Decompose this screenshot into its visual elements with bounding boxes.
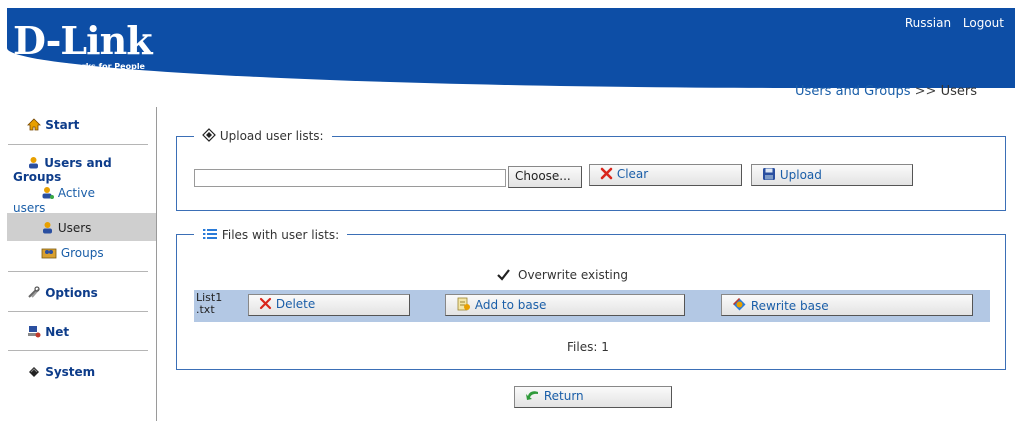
files-count: Files: 1 bbox=[567, 340, 609, 354]
home-icon bbox=[27, 118, 41, 134]
sidebar-item-label: Users bbox=[57, 221, 92, 235]
top-links: Russian Logout bbox=[897, 16, 1004, 30]
chip-icon bbox=[27, 365, 41, 381]
logo-text: D-Link bbox=[13, 18, 153, 63]
return-button[interactable]: Return bbox=[514, 386, 672, 408]
breadcrumb-section-link[interactable]: Users and Groups bbox=[795, 84, 910, 99]
logout-link[interactable]: Logout bbox=[963, 16, 1004, 30]
sidebar-item-active-users[interactable]: Active bbox=[41, 186, 95, 202]
sidebar-item-groups[interactable]: Groups bbox=[41, 246, 104, 262]
clear-button[interactable]: Clear bbox=[589, 164, 742, 186]
file-name-line2: .txt bbox=[196, 303, 215, 316]
sidebar-divider bbox=[8, 144, 148, 145]
breadcrumb-current: Users bbox=[940, 84, 977, 99]
sidebar-divider bbox=[8, 350, 148, 351]
clear-button-label: Clear bbox=[616, 167, 649, 181]
delete-button-label: Delete bbox=[275, 297, 316, 311]
sidebar-item-label: Start bbox=[45, 118, 80, 132]
add-to-base-button[interactable]: Add to base bbox=[445, 294, 685, 316]
red-x-icon bbox=[259, 297, 272, 313]
sidebar-item-label: Net bbox=[45, 325, 70, 339]
upload-diamond-icon bbox=[202, 128, 216, 145]
sidebar-item-options[interactable]: Options bbox=[27, 286, 98, 302]
rewrite-icon bbox=[732, 297, 747, 315]
file-path-input[interactable] bbox=[194, 169, 506, 187]
user-icon bbox=[41, 221, 54, 237]
add-document-icon bbox=[456, 297, 471, 314]
return-button-label: Return bbox=[543, 389, 584, 403]
add-to-base-label: Add to base bbox=[474, 298, 547, 312]
files-legend: Files with user lists: bbox=[194, 227, 348, 244]
sidebar-divider bbox=[8, 311, 148, 312]
list-icon bbox=[202, 227, 218, 244]
overwrite-checkbox[interactable] bbox=[496, 267, 511, 286]
choose-file-label: Choose... bbox=[515, 169, 571, 183]
sidebar-item-label: Active bbox=[57, 186, 95, 200]
sidebar-item-users-and-groups-line2[interactable]: Groups bbox=[13, 170, 61, 184]
sidebar-item-net[interactable]: Net bbox=[27, 325, 69, 341]
sidebar-item-label: System bbox=[45, 365, 96, 379]
floppy-disk-icon bbox=[762, 167, 776, 184]
red-x-icon bbox=[600, 167, 613, 183]
upload-legend-text: Upload user lists: bbox=[219, 129, 324, 143]
group-icon bbox=[41, 246, 57, 262]
dlink-logo: D-Link Building Networks for People bbox=[13, 18, 153, 72]
upload-button[interactable]: Upload bbox=[751, 164, 913, 186]
sidebar-item-label: Users and bbox=[44, 156, 112, 170]
sidebar-item-active-users-line2[interactable]: users bbox=[13, 201, 45, 215]
header-banner bbox=[7, 8, 1015, 88]
sidebar-divider bbox=[8, 271, 148, 272]
sidebar-item-users[interactable]: Users bbox=[41, 221, 91, 237]
rewrite-base-label: Rewrite base bbox=[750, 299, 829, 313]
sidebar-item-label: Groups bbox=[60, 246, 104, 260]
logo-tagline: Building Networks for People bbox=[13, 62, 145, 71]
overwrite-label: Overwrite existing bbox=[518, 268, 628, 282]
upload-button-label: Upload bbox=[779, 168, 822, 182]
breadcrumb-separator: >> bbox=[914, 84, 937, 99]
language-link[interactable]: Russian bbox=[905, 16, 951, 30]
network-computer-icon bbox=[27, 325, 41, 341]
delete-button[interactable]: Delete bbox=[248, 294, 410, 316]
upload-legend: Upload user lists: bbox=[194, 128, 332, 145]
active-user-icon bbox=[41, 186, 54, 202]
sidebar-item-system[interactable]: System bbox=[27, 365, 95, 381]
green-arrow-icon bbox=[525, 389, 540, 405]
file-name: List1 .txt bbox=[196, 292, 222, 316]
breadcrumb: Users and Groups >> Users bbox=[795, 84, 977, 99]
sidebar-item-start[interactable]: Start bbox=[27, 118, 79, 134]
files-legend-text: Files with user lists: bbox=[221, 228, 340, 242]
tools-icon bbox=[27, 286, 41, 302]
choose-file-button[interactable]: Choose... bbox=[508, 166, 582, 188]
sidebar-item-label: Options bbox=[45, 286, 98, 300]
rewrite-base-button[interactable]: Rewrite base bbox=[721, 294, 973, 316]
